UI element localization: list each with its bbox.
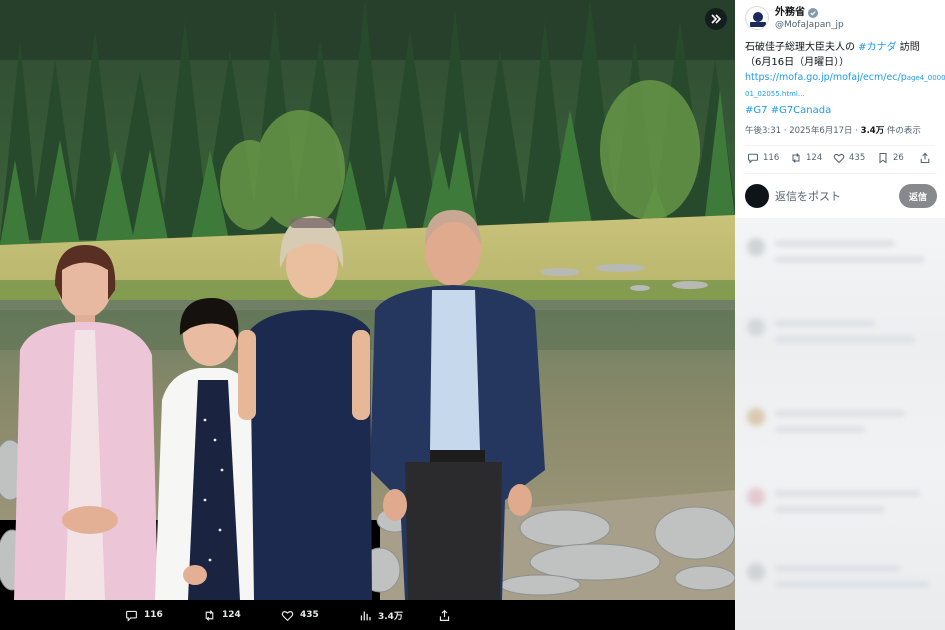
blurred-text bbox=[775, 336, 915, 343]
expand-button[interactable] bbox=[705, 8, 727, 30]
post-detail-panel: 外務省 @MofaJapan_jp 石破佳子総理大臣夫人の #カナダ 訪問 （6… bbox=[735, 0, 945, 630]
repost-icon bbox=[792, 153, 800, 163]
media-action-bar: 116 124 435 3.4万 bbox=[0, 600, 735, 630]
viewer-share-button[interactable] bbox=[438, 600, 451, 630]
repost-icon bbox=[205, 609, 214, 621]
divider bbox=[745, 173, 935, 174]
blurred-text bbox=[775, 506, 885, 513]
post-timestamp[interactable]: 午後3:31 · 2025年6月17日 · bbox=[745, 126, 861, 136]
post-text-date: （6月16日（月曜日）） bbox=[745, 57, 850, 68]
hashtag-canada-link[interactable]: #カナダ bbox=[858, 42, 896, 53]
viewer-views[interactable]: 3.4万 bbox=[359, 600, 403, 630]
verified-badge-icon bbox=[808, 7, 818, 18]
blurred-text bbox=[775, 426, 865, 433]
viewer-like-button[interactable]: 435 bbox=[281, 600, 319, 630]
bookmark-count: 26 bbox=[893, 153, 904, 163]
divider bbox=[745, 145, 935, 146]
repost-count: 124 bbox=[806, 153, 823, 163]
expand-icon bbox=[711, 14, 722, 24]
url-main: https://mofa.go.jp/mofaj/ecm/ec/p bbox=[745, 72, 907, 83]
url-ellipsis: … bbox=[797, 90, 805, 98]
reply-submit-button[interactable]: 返信 bbox=[899, 184, 937, 208]
hashtag-g7canada-link[interactable]: #G7Canada bbox=[771, 105, 832, 116]
viewer-views-count: 3.4万 bbox=[378, 611, 403, 622]
share-icon bbox=[920, 152, 930, 164]
blurred-text bbox=[775, 240, 895, 247]
reply-input[interactable]: 返信をポスト bbox=[775, 188, 841, 204]
reply-composer: 返信をポスト 返信 bbox=[745, 183, 937, 209]
post-actions: 116 124 435 26 bbox=[735, 148, 945, 172]
reply-count: 116 bbox=[763, 153, 780, 163]
views-label: 件の表示 bbox=[884, 126, 921, 136]
blurred-avatar bbox=[747, 488, 765, 506]
reply-button[interactable]: 116 bbox=[747, 152, 779, 164]
viewer-repost-count: 124 bbox=[222, 610, 241, 620]
author-handle: @MofaJapan_jp bbox=[775, 20, 844, 30]
author-name: 外務省 bbox=[775, 7, 805, 18]
blurred-text bbox=[775, 581, 930, 588]
views-count: 3.4万 bbox=[860, 126, 885, 136]
post-photo[interactable] bbox=[0, 0, 735, 600]
media-viewer: 116 124 435 3.4万 bbox=[0, 0, 735, 630]
blurred-text bbox=[775, 410, 905, 417]
blurred-avatar bbox=[747, 408, 765, 426]
like-icon bbox=[281, 610, 294, 621]
reply-icon bbox=[747, 153, 759, 164]
share-button[interactable] bbox=[919, 152, 931, 164]
bookmark-icon bbox=[879, 152, 887, 164]
like-icon bbox=[833, 153, 845, 164]
post-meta: 午後3:31 · 2025年6月17日 · 3.4万 件の表示 bbox=[745, 124, 921, 136]
post-url-link[interactable]: https://mofa.go.jp/mofaj/ecm/ec/page4_00… bbox=[745, 70, 945, 102]
like-count: 435 bbox=[849, 153, 866, 163]
viewer-reply-button[interactable]: 116 bbox=[125, 600, 163, 630]
blurred-text bbox=[775, 256, 925, 263]
bookmark-button[interactable]: 26 bbox=[877, 152, 904, 164]
reply-icon bbox=[126, 610, 137, 622]
blurred-avatar bbox=[747, 238, 765, 256]
viewer-reply-count: 116 bbox=[144, 610, 163, 620]
post-text-suffix: 訪問 bbox=[899, 42, 920, 53]
hashtag-g7-link[interactable]: #G7 bbox=[745, 105, 768, 116]
viewer-repost-button[interactable]: 124 bbox=[203, 600, 241, 630]
blurred-text bbox=[775, 320, 875, 327]
user-avatar[interactable] bbox=[745, 184, 769, 208]
repost-button[interactable]: 124 bbox=[790, 152, 822, 164]
avatar[interactable] bbox=[745, 6, 769, 30]
url-line2: 01_02055.html bbox=[745, 90, 798, 98]
post-body: 石破佳子総理大臣夫人の #カナダ 訪問 （6月16日（月曜日）） https:/… bbox=[745, 40, 945, 118]
viewer-like-count: 435 bbox=[300, 610, 319, 620]
like-button[interactable]: 435 bbox=[833, 152, 865, 164]
mofa-logo bbox=[750, 12, 766, 27]
blurred-avatar bbox=[747, 563, 765, 581]
blurred-replies bbox=[735, 218, 945, 630]
url-tail: age4_0000 bbox=[906, 74, 945, 82]
post-text-prefix: 石破佳子総理大臣夫人の bbox=[745, 42, 855, 53]
blurred-text bbox=[775, 565, 900, 572]
post-author[interactable]: 外務省 @MofaJapan_jp bbox=[745, 6, 844, 31]
blurred-avatar bbox=[747, 318, 765, 336]
share-icon bbox=[439, 609, 450, 621]
blurred-text bbox=[775, 490, 920, 497]
views-icon bbox=[360, 610, 371, 620]
